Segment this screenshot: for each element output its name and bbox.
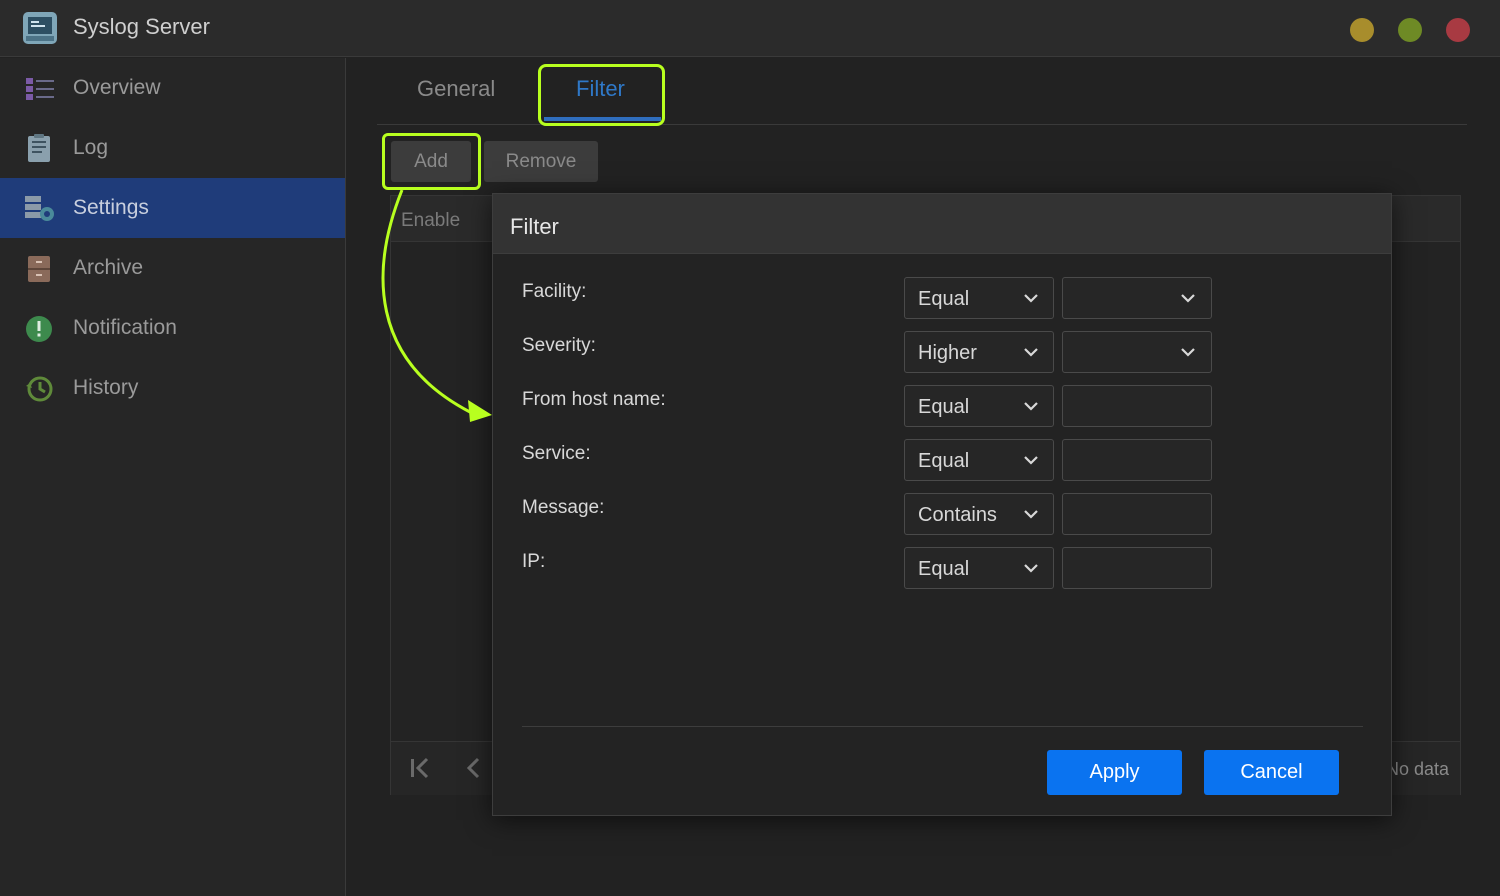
tab-general[interactable]: General	[417, 76, 495, 102]
grid-status: No data	[1386, 759, 1450, 779]
select-value: Equal	[918, 396, 970, 418]
app-icon	[23, 12, 57, 44]
sidebar-item-notification[interactable]: Notification	[0, 298, 345, 358]
select-value: Equal	[918, 450, 970, 472]
filter-dialog: Filter Facility: Equal Severity: Higher …	[492, 193, 1392, 816]
dialog-title: Filter	[510, 214, 559, 239]
service-input[interactable]	[1062, 439, 1212, 481]
message-operator-select[interactable]: Contains	[904, 493, 1054, 535]
select-value: Contains	[918, 504, 997, 526]
host-name-input[interactable]	[1062, 385, 1212, 427]
overview-list-icon	[26, 78, 54, 100]
sidebar-item-settings[interactable]: Settings	[0, 178, 345, 238]
filter-row-service: Service: Equal	[493, 439, 1391, 481]
enable-column-header[interactable]: Enable	[401, 210, 460, 232]
maximize-button[interactable]	[1398, 18, 1422, 42]
chevron-down-icon	[1024, 456, 1038, 465]
sidebar-item-label: Archive	[73, 256, 144, 279]
chevron-down-icon	[1024, 294, 1038, 303]
host-name-label: From host name:	[522, 389, 666, 410]
filter-row-message: Message: Contains	[493, 493, 1391, 535]
dialog-divider	[522, 726, 1363, 727]
apply-button[interactable]: Apply	[1047, 750, 1182, 795]
filter-tab-highlight	[538, 64, 665, 126]
first-page-icon[interactable]	[409, 756, 431, 780]
sidebar-item-label: Notification	[73, 316, 177, 339]
host-name-operator-select[interactable]: Equal	[904, 385, 1054, 427]
notification-exclamation-icon	[26, 316, 52, 342]
sidebar-item-label: History	[73, 376, 139, 399]
chevron-down-icon	[1024, 348, 1038, 357]
severity-operator-select[interactable]: Higher	[904, 331, 1054, 373]
chevron-down-icon	[1024, 564, 1038, 573]
facility-operator-select[interactable]: Equal	[904, 277, 1054, 319]
sidebar-item-overview[interactable]: Overview	[0, 58, 345, 118]
severity-label: Severity:	[522, 335, 596, 356]
facility-value-select[interactable]	[1062, 277, 1212, 319]
title-bar: Syslog Server	[0, 0, 1500, 57]
archive-cabinet-icon	[28, 256, 50, 282]
select-value: Higher	[918, 342, 977, 364]
filter-row-facility: Facility: Equal	[493, 277, 1391, 319]
service-operator-select[interactable]: Equal	[904, 439, 1054, 481]
chevron-down-icon	[1181, 294, 1195, 303]
filter-row-host-name: From host name: Equal	[493, 385, 1391, 427]
message-input[interactable]	[1062, 493, 1212, 535]
ip-operator-select[interactable]: Equal	[904, 547, 1054, 589]
chevron-down-icon	[1024, 402, 1038, 411]
dialog-header: Filter	[493, 194, 1391, 254]
sidebar-item-label: Settings	[73, 196, 149, 219]
sidebar-item-label: Log	[73, 136, 109, 159]
app-title: Syslog Server	[73, 14, 210, 39]
chevron-down-icon	[1181, 348, 1195, 357]
history-clock-icon	[26, 376, 53, 402]
previous-page-icon[interactable]	[465, 756, 481, 780]
settings-server-icon	[25, 196, 54, 221]
chevron-down-icon	[1024, 510, 1038, 519]
facility-label: Facility:	[522, 281, 587, 302]
message-label: Message:	[522, 497, 605, 518]
sidebar-item-history[interactable]: History	[0, 358, 345, 418]
sidebar: Overview Log Settings Archive Notificati…	[0, 58, 346, 896]
sidebar-item-label: Overview	[73, 76, 161, 99]
minimize-button[interactable]	[1350, 18, 1374, 42]
log-document-icon	[28, 134, 50, 162]
sidebar-item-archive[interactable]: Archive	[0, 238, 345, 298]
filter-row-severity: Severity: Higher	[493, 331, 1391, 373]
add-button-highlight	[382, 133, 481, 190]
select-value: Equal	[918, 288, 970, 310]
ip-label: IP:	[522, 551, 546, 572]
remove-button[interactable]: Remove	[484, 141, 598, 182]
close-button[interactable]	[1446, 18, 1470, 42]
service-label: Service:	[522, 443, 591, 464]
severity-value-select[interactable]	[1062, 331, 1212, 373]
sidebar-item-log[interactable]: Log	[0, 118, 345, 178]
ip-input[interactable]	[1062, 547, 1212, 589]
cancel-button[interactable]: Cancel	[1204, 750, 1339, 795]
select-value: Equal	[918, 558, 970, 580]
filter-row-ip: IP: Equal	[493, 547, 1391, 589]
